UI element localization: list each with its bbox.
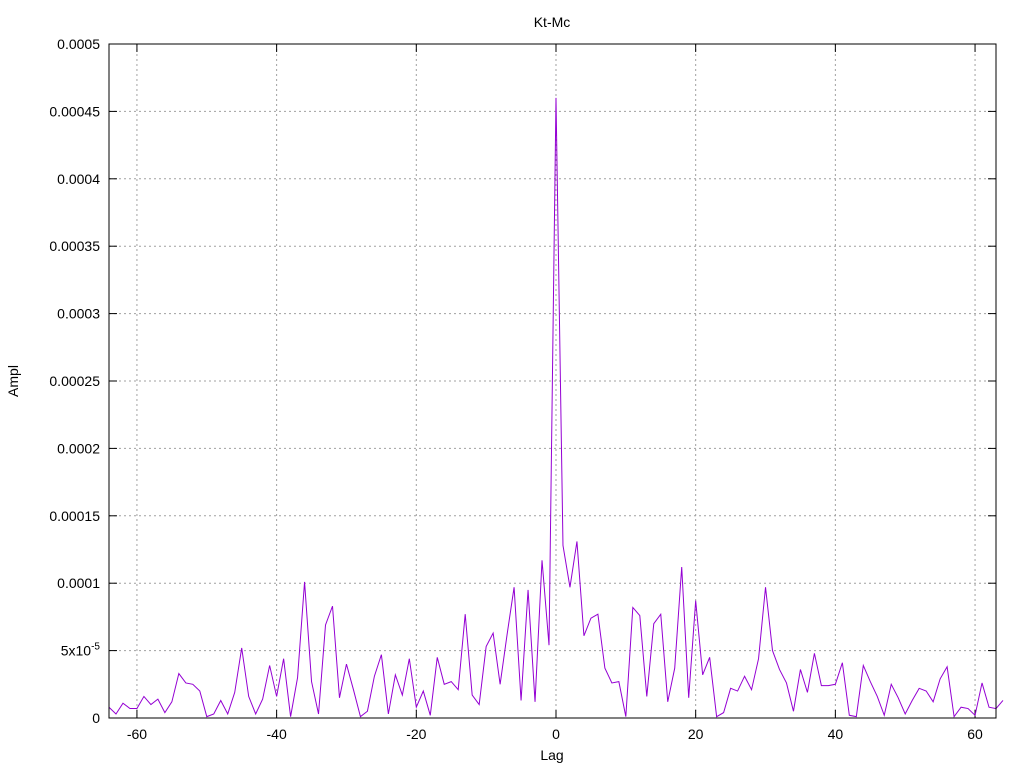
y-tick-label: 0.0004 — [57, 171, 100, 187]
y-tick-label: 0.00035 — [49, 238, 100, 254]
y-tick-label: 0.0001 — [57, 575, 100, 591]
chart-title: Kt-Mc — [534, 14, 571, 30]
x-axis-title: Lag — [540, 747, 563, 763]
x-tick-label: -40 — [267, 726, 287, 742]
y-tick-label: 0.00045 — [49, 103, 100, 119]
y-tick-label: 0.0005 — [57, 36, 100, 52]
axis-ticks: 0 5x10-5 0.0001 0.00015 0.0002 0.00025 0.0003 0… — [49, 36, 996, 742]
line-chart: 0 5x10-5 0.0001 0.00015 0.0002 0.00025 0.0003 0… — [5, 14, 1004, 763]
y-tick-label: 0 — [92, 710, 100, 726]
x-tick-label: -60 — [127, 726, 147, 742]
y-tick-label: 0.00025 — [49, 373, 100, 389]
x-tick-label: 40 — [828, 726, 844, 742]
y-tick-label: 0.0003 — [57, 306, 100, 322]
x-tick-label: 0 — [552, 726, 560, 742]
y-tick-label: 0.0002 — [57, 440, 100, 456]
x-tick-label: 20 — [688, 726, 704, 742]
x-tick-label: -20 — [406, 726, 426, 742]
y-tick-label: 5x10-5 — [61, 642, 101, 659]
x-tick-label: 60 — [967, 726, 983, 742]
y-axis-title: Ampl — [5, 365, 21, 397]
y-tick-label: 0.00015 — [49, 508, 100, 524]
